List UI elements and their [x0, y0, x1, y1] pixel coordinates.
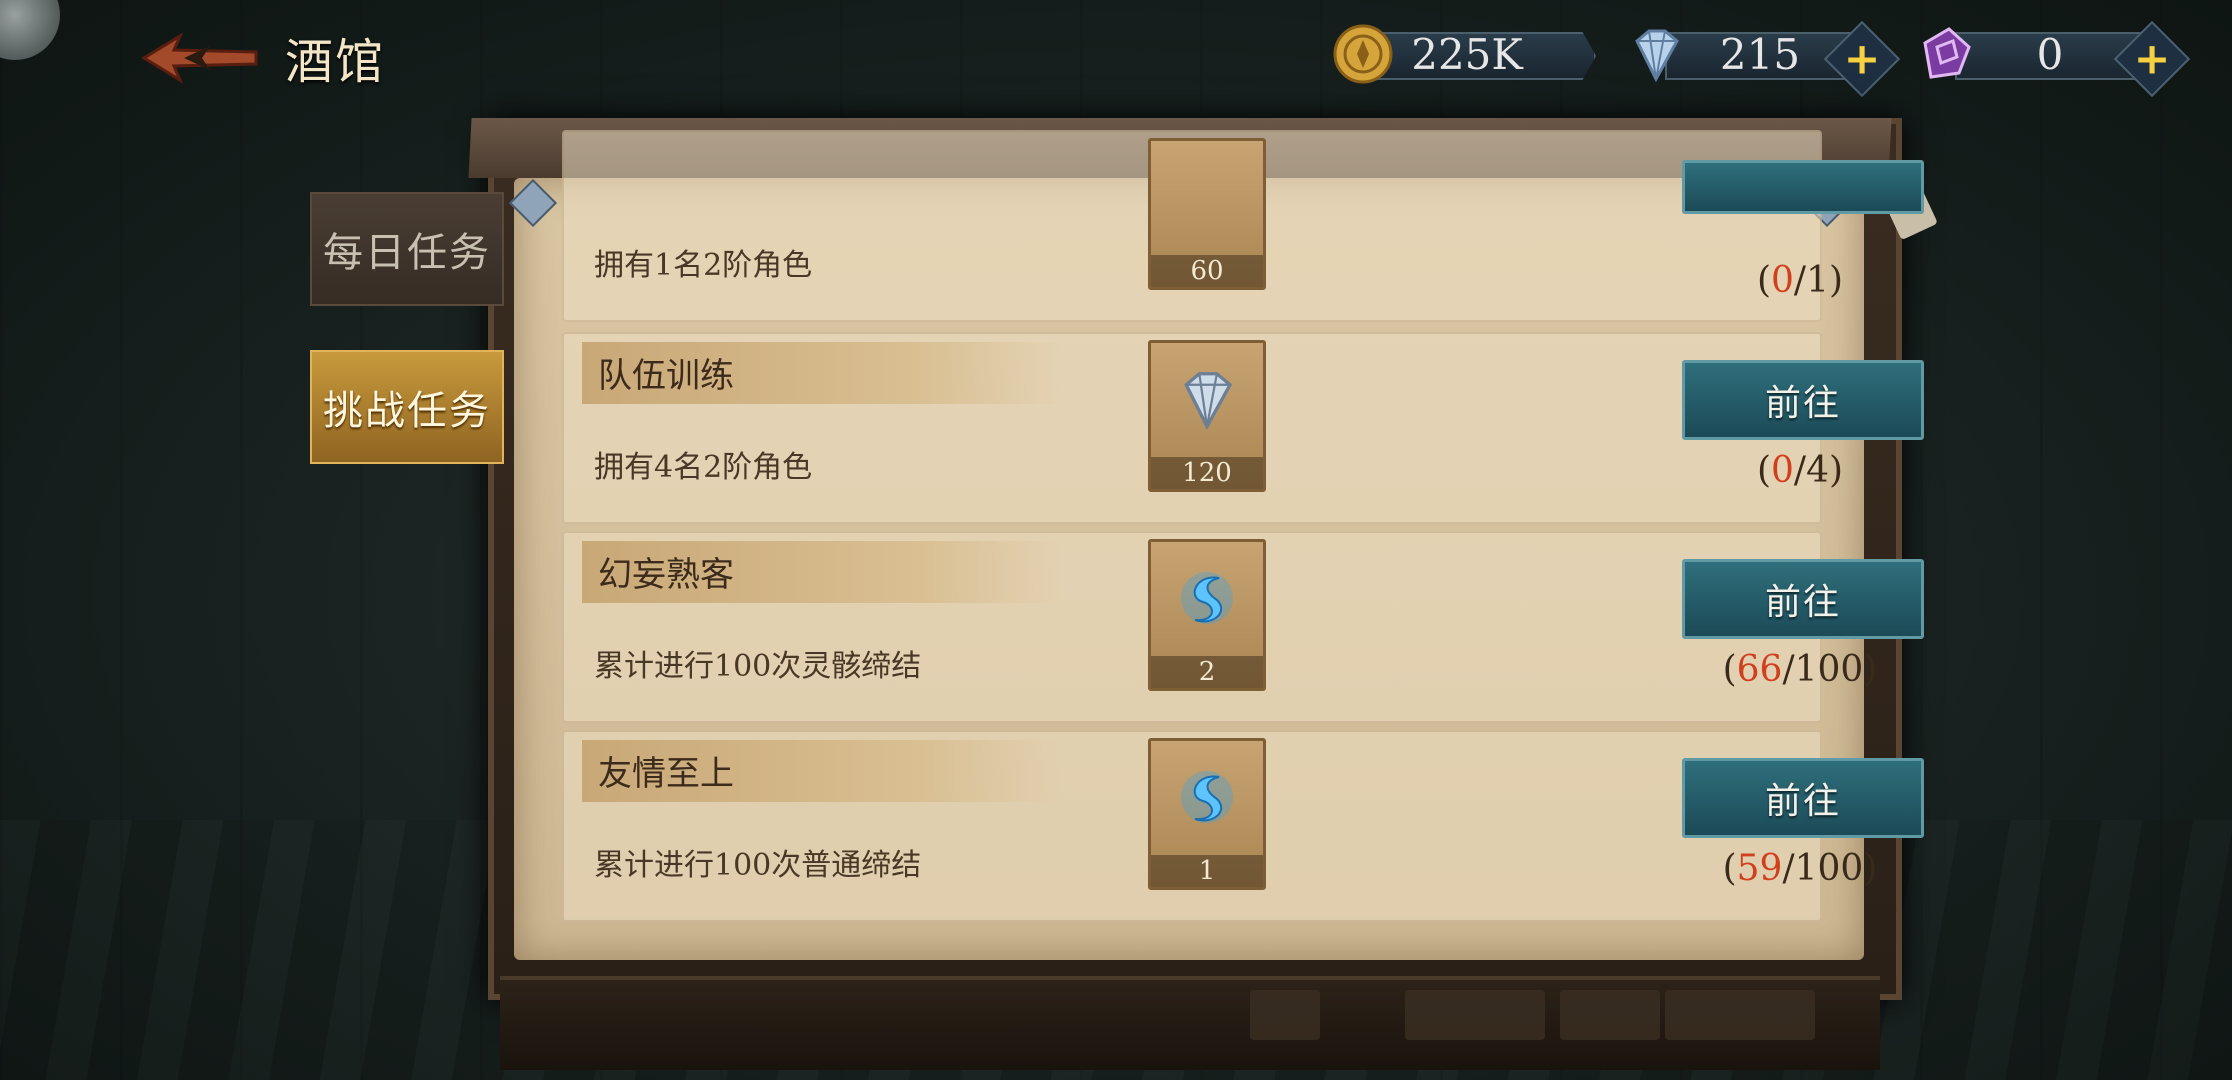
back-arrow-icon	[141, 32, 258, 84]
reward-item[interactable]: 120	[1148, 340, 1266, 492]
progress-close: )	[1828, 260, 1844, 301]
task-progress: (66/100)	[1682, 649, 1918, 690]
task-description: 累计进行100次普通缔结	[594, 848, 922, 883]
task-description: 拥有4名2阶角色	[594, 450, 813, 485]
go-button[interactable]: 前往	[1682, 559, 1924, 639]
go-button[interactable]	[1682, 160, 1924, 214]
blue-swirl-icon	[1181, 572, 1233, 624]
plus-icon: +	[2133, 33, 2171, 85]
reward-item: 60	[1148, 138, 1266, 290]
task-row: 队伍训练 拥有4名2阶角色 120 前往 (0/4)	[562, 332, 1924, 524]
progress-open: (	[1722, 649, 1737, 690]
diamond-icon	[1184, 372, 1233, 430]
reward-quantity: 60	[1151, 255, 1263, 287]
task-name: 幻妄熟客	[598, 555, 734, 595]
gold-value: 225K	[1411, 30, 1523, 79]
progress-separator: /	[1782, 848, 1795, 889]
progress-total: 100	[1794, 848, 1864, 889]
progress-separator: /	[1782, 649, 1795, 690]
reward-quantity: 2	[1151, 656, 1263, 688]
progress-close: )	[1828, 450, 1844, 491]
reward-quantity: 1	[1151, 855, 1263, 887]
task-progress: (0/1)	[1682, 260, 1918, 301]
progress-open: (	[1756, 450, 1772, 491]
task-name: 友情至上	[598, 754, 734, 794]
progress-total: 1	[1806, 260, 1829, 301]
reward-quantity: 120	[1151, 457, 1263, 489]
task-description: 累计进行100次灵骸缔结	[594, 649, 922, 684]
progress-current: 0	[1771, 260, 1794, 301]
task-progress: (59/100)	[1682, 848, 1918, 889]
back-button[interactable]	[140, 28, 260, 88]
diamond-value: 215	[1719, 30, 1801, 79]
ticket-value: 0	[2036, 30, 2064, 79]
progress-total: 100	[1794, 649, 1864, 690]
books-icon	[1250, 990, 1320, 1040]
task-progress: (0/4)	[1682, 450, 1918, 491]
task-description: 拥有1名2阶角色	[594, 248, 813, 283]
go-button[interactable]: 前往	[1682, 360, 1924, 440]
tab-challenge-tasks[interactable]: 挑战任务	[310, 350, 504, 464]
ticket-counter: 0 +	[1915, 20, 2191, 98]
task-row: 拥有1名2阶角色 60 (0/1)	[562, 130, 1924, 322]
progress-current: 0	[1771, 450, 1794, 491]
purple-crystal-icon	[1923, 27, 1971, 79]
cups-icon	[1665, 990, 1815, 1040]
diamond-counter: 215 +	[1625, 20, 1901, 98]
go-button[interactable]: 前往	[1682, 758, 1924, 838]
progress-total: 4	[1806, 450, 1829, 491]
progress-current: 66	[1736, 649, 1783, 690]
blue-swirl-icon	[1181, 771, 1233, 823]
jars-icon	[1405, 990, 1545, 1040]
page-title: 酒馆	[285, 34, 386, 90]
progress-close: )	[1863, 848, 1878, 889]
gold-counter: 225K	[1332, 20, 1602, 88]
reward-item[interactable]: 2	[1148, 539, 1266, 691]
tab-daily-tasks[interactable]: 每日任务	[310, 192, 504, 306]
progress-close: )	[1863, 649, 1878, 690]
gold-coin-icon	[1333, 24, 1393, 84]
task-row: 友情至上 累计进行100次普通缔结 1 前往 (59/100)	[562, 730, 1924, 922]
scroll-icon	[1560, 990, 1660, 1040]
progress-separator: /	[1793, 260, 1807, 301]
task-row: 幻妄熟客 累计进行100次灵骸缔结 2 前往 (66/100)	[562, 531, 1924, 723]
plus-icon: +	[1843, 33, 1881, 85]
reward-item[interactable]: 1	[1148, 738, 1266, 890]
progress-open: (	[1722, 848, 1737, 889]
progress-current: 59	[1736, 848, 1783, 889]
diamond-icon	[1635, 29, 1679, 83]
progress-separator: /	[1793, 450, 1807, 491]
progress-open: (	[1756, 260, 1772, 301]
task-name: 队伍训练	[598, 356, 734, 396]
